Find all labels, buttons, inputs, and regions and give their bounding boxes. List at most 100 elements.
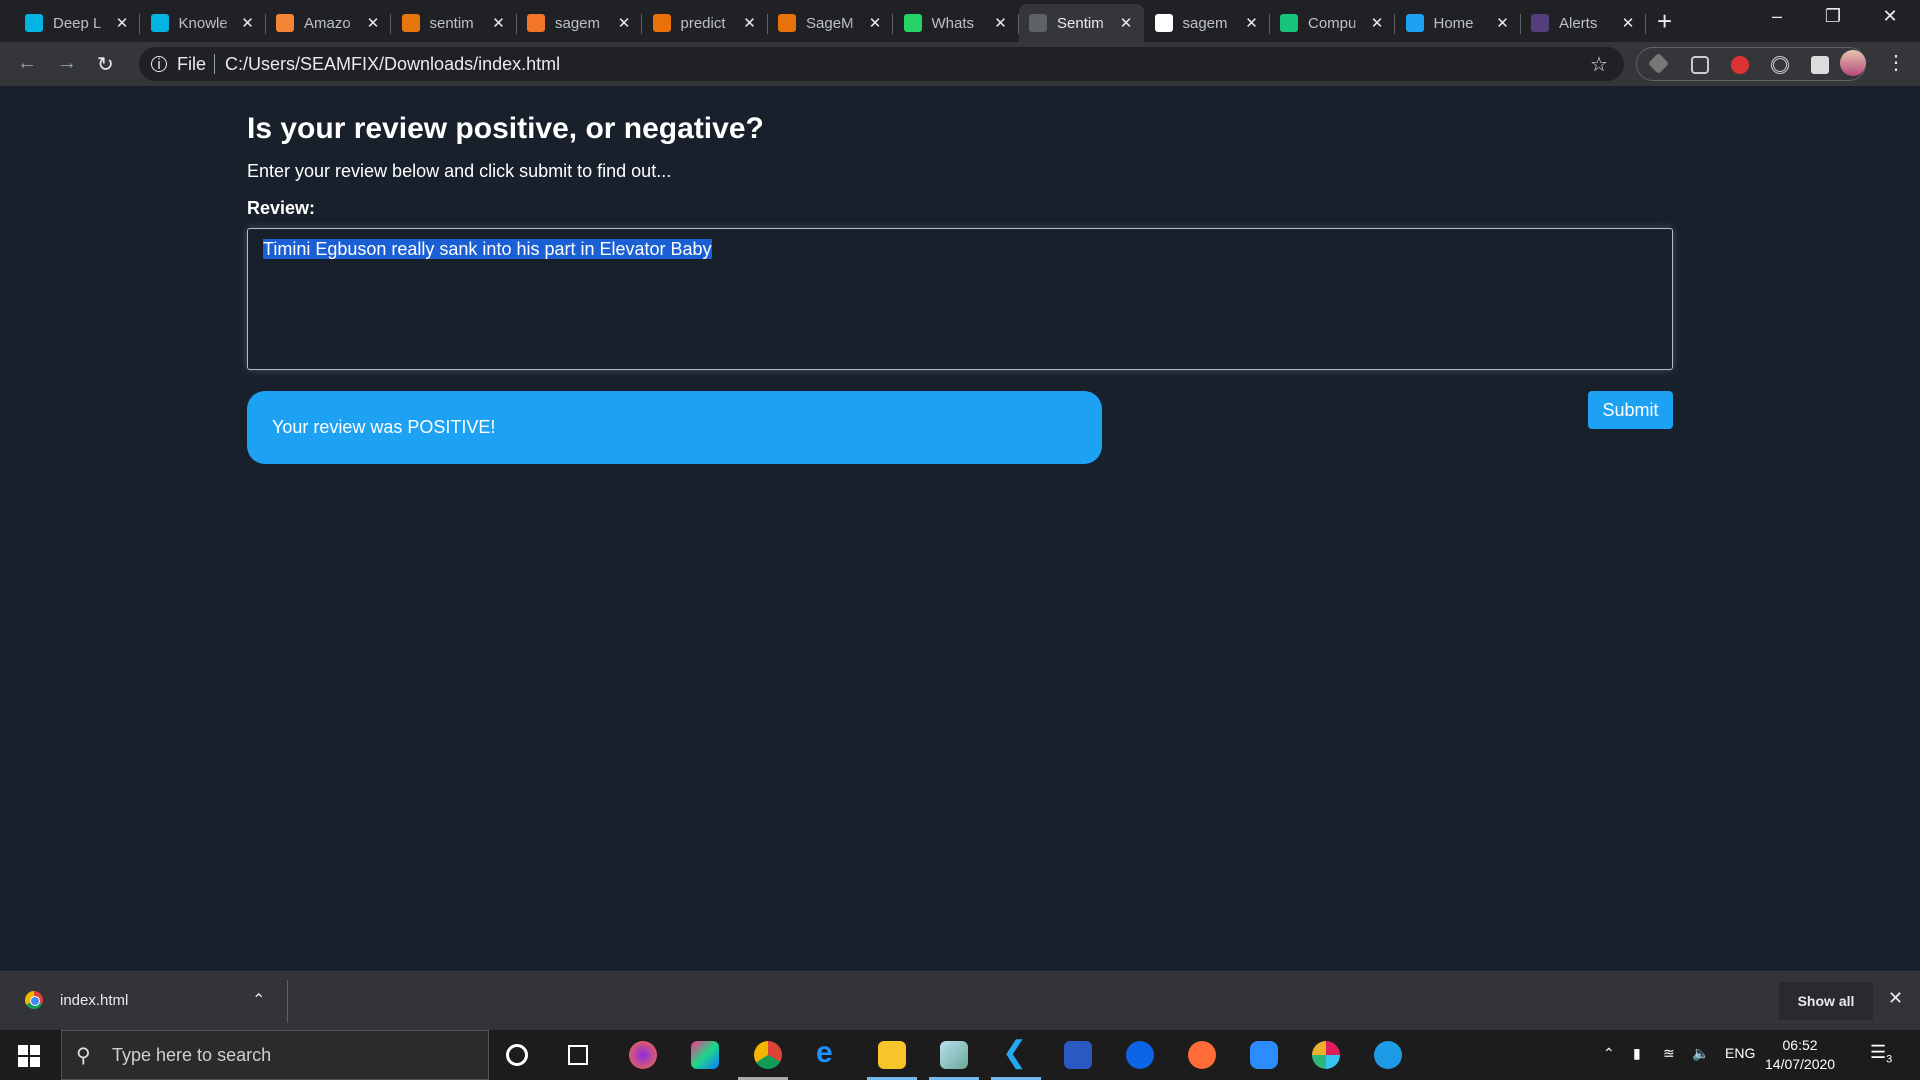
info-icon[interactable]: i	[151, 56, 167, 73]
close-tab-icon[interactable]: ✕	[1118, 14, 1134, 32]
windows-taskbar: ⚲ Type here to search e ❮ ⌃ ▮ ≊ 🔈 ENG 06…	[0, 1030, 1920, 1080]
close-tab-icon[interactable]: ✕	[1244, 14, 1260, 32]
vscode-icon[interactable]: ❮	[1002, 1035, 1030, 1069]
close-tab-icon[interactable]: ✕	[616, 14, 632, 32]
clock-date: 14/07/2020	[1765, 1056, 1836, 1072]
volume-icon[interactable]: 🔈	[1692, 1045, 1709, 1062]
bootstrap-icon	[1531, 14, 1549, 32]
restore-button[interactable]: ❐	[1813, 6, 1853, 27]
minimize-button[interactable]: –	[1757, 6, 1797, 27]
puzzle-extensions-icon[interactable]	[1811, 56, 1829, 74]
tab-alerts[interactable]: Alerts ✕	[1521, 4, 1646, 42]
tab-title: sagem	[555, 14, 601, 32]
action-center-icon[interactable]: ☰3	[1870, 1042, 1892, 1066]
whatsapp-icon	[903, 14, 922, 32]
slack-icon[interactable]	[1312, 1041, 1340, 1069]
tab-predict[interactable]: predict ✕	[643, 4, 768, 42]
extensions-area	[1636, 47, 1866, 81]
file-explorer-icon[interactable]	[878, 1041, 906, 1069]
review-text-selected: Timini Egbuson really sank into his part…	[263, 239, 712, 259]
result-message: Your review was POSITIVE!	[247, 391, 1102, 464]
clock-time: 06:52	[1782, 1037, 1818, 1053]
windows-start-icon[interactable]	[18, 1045, 40, 1067]
tab-deep-l[interactable]: Deep L ✕	[15, 4, 140, 42]
tab-sagem[interactable]: sagem ✕	[517, 4, 642, 42]
download-shelf: index.html ⌃ Show all ✕	[0, 971, 1920, 1030]
target-extension-icon[interactable]	[1771, 56, 1789, 74]
download-item[interactable]: index.html	[25, 991, 128, 1009]
jetbrains-icon[interactable]	[691, 1041, 719, 1069]
maps-pin-icon[interactable]	[1126, 1041, 1154, 1069]
tab-home[interactable]: Home ✕	[1396, 4, 1521, 42]
tab-amazo[interactable]: Amazo ✕	[266, 4, 391, 42]
chrome-file-icon	[25, 991, 43, 1009]
search-extension-icon[interactable]	[1731, 56, 1749, 74]
notification-count: 3	[1886, 1053, 1893, 1066]
battery-icon[interactable]: ▮	[1633, 1045, 1641, 1062]
close-tab-icon[interactable]: ✕	[1369, 14, 1385, 32]
tab-sagem[interactable]: SageM ✕	[768, 4, 893, 42]
wifi-icon[interactable]: ≊	[1663, 1045, 1675, 1062]
reload-button[interactable]: ↻	[97, 52, 114, 77]
tab-title: Deep L	[53, 14, 102, 32]
close-tab-icon[interactable]: ✕	[742, 14, 758, 32]
close-tab-icon[interactable]: ✕	[867, 14, 883, 32]
zoom-icon[interactable]	[1250, 1041, 1278, 1069]
close-tab-icon[interactable]: ✕	[1495, 14, 1511, 32]
show-hidden-icons-chevron[interactable]: ⌃	[1603, 1045, 1615, 1062]
pocket-icon[interactable]	[1691, 56, 1709, 74]
address-bar[interactable]: i File C:/Users/SEAMFIX/Downloads/index.…	[139, 47, 1624, 81]
edge-icon[interactable]: e	[816, 1036, 844, 1069]
layers-extension-icon[interactable]	[1647, 52, 1670, 75]
postman-icon[interactable]	[1188, 1041, 1216, 1069]
dev-icon	[1280, 14, 1298, 32]
tab-strip: + – ❐ ✕ Deep L ✕ Knowle ✕ Amazo ✕ sentim ✕ sagem…	[0, 0, 1920, 42]
forward-button[interactable]: →	[57, 52, 77, 75]
tab-sentim[interactable]: sentim ✕	[392, 4, 517, 42]
close-window-button[interactable]: ✕	[1870, 6, 1910, 27]
divider	[214, 54, 216, 74]
chevron-up-icon[interactable]: ⌃	[252, 990, 265, 1010]
close-tab-icon[interactable]: ✕	[365, 14, 381, 32]
udacity-icon	[25, 14, 43, 32]
close-shelf-icon[interactable]: ✕	[1888, 988, 1903, 1009]
tab-title: Knowle	[178, 14, 228, 32]
tab-title: Alerts	[1559, 14, 1598, 32]
cortana-icon[interactable]	[506, 1044, 528, 1066]
jupyter-icon	[527, 14, 545, 32]
remote-desktop-icon[interactable]	[1064, 1041, 1092, 1069]
bookmark-star-icon[interactable]: ☆	[1590, 52, 1608, 77]
more-menu-icon[interactable]: ⋮	[1886, 50, 1906, 75]
url-text[interactable]: C:/Users/SEAMFIX/Downloads/index.html	[225, 54, 560, 75]
clock[interactable]: 06:52 14/07/2020	[1765, 1036, 1835, 1074]
submit-button[interactable]: Submit	[1588, 391, 1673, 429]
tab-compu[interactable]: Compu ✕	[1270, 4, 1395, 42]
back-button[interactable]: ←	[17, 52, 37, 75]
tab-title: Home	[1433, 14, 1474, 32]
scheme-label: File	[177, 53, 207, 74]
new-tab-button[interactable]: +	[1657, 6, 1672, 37]
close-tab-icon[interactable]: ✕	[240, 14, 256, 32]
close-tab-icon[interactable]: ✕	[1620, 14, 1636, 32]
browser-toolbar: ← → ↻ i File C:/Users/SEAMFIX/Downloads/…	[0, 42, 1920, 86]
tab-sagem[interactable]: sagem ✕	[1145, 4, 1270, 42]
result-text: Your review was POSITIVE!	[272, 417, 496, 437]
notepad-icon[interactable]	[940, 1041, 968, 1069]
firefox-icon[interactable]	[629, 1041, 657, 1069]
close-tab-icon[interactable]: ✕	[491, 14, 507, 32]
tab-sentim[interactable]: Sentim ✕	[1019, 4, 1144, 42]
language-indicator[interactable]: ENG	[1725, 1045, 1755, 1061]
chrome-icon[interactable]	[754, 1041, 782, 1069]
tab-whats[interactable]: Whats ✕	[894, 4, 1019, 42]
task-view-icon[interactable]	[568, 1045, 588, 1065]
tab-title: sentim	[429, 14, 474, 32]
close-tab-icon[interactable]: ✕	[114, 14, 130, 32]
profile-avatar[interactable]	[1840, 50, 1866, 76]
docker-icon[interactable]	[1374, 1041, 1402, 1069]
taskbar-search[interactable]: ⚲ Type here to search	[61, 1030, 489, 1080]
close-tab-icon[interactable]: ✕	[993, 14, 1009, 32]
review-textarea[interactable]: Timini Egbuson really sank into his part…	[247, 228, 1673, 370]
tab-knowle[interactable]: Knowle ✕	[141, 4, 266, 42]
tab-title: Whats	[931, 14, 975, 32]
show-all-button[interactable]: Show all	[1779, 982, 1873, 1020]
